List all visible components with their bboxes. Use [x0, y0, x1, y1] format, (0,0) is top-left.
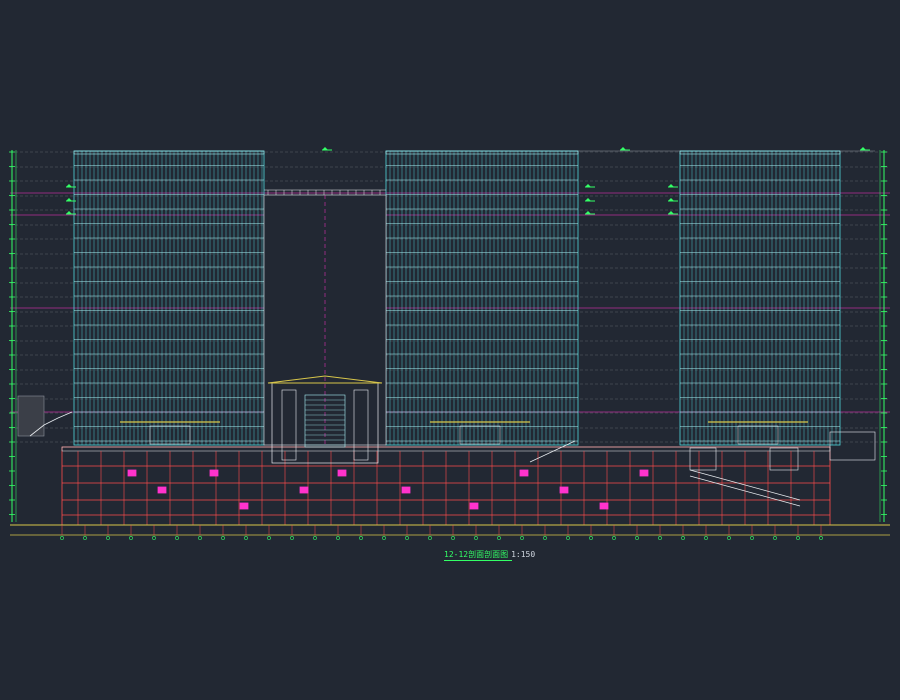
ground-line — [10, 524, 890, 540]
grid-bubble — [727, 536, 731, 540]
equipment-mark — [469, 502, 479, 510]
grid-bubble — [497, 536, 501, 540]
curtain-wall-block — [73, 150, 265, 446]
shaft-box — [769, 447, 799, 471]
level-marker-flag — [620, 147, 626, 150]
equipment-mark — [599, 502, 609, 510]
grid-bubble — [336, 536, 340, 540]
caption-underline — [444, 560, 512, 561]
grid-bubble — [152, 536, 156, 540]
level-marker-flag — [668, 211, 674, 214]
grid-bubble — [175, 536, 179, 540]
shaft-box — [689, 447, 717, 471]
curtain-wall-facade — [73, 150, 875, 446]
grid-bubble — [382, 536, 386, 540]
drawing-caption: 12-12剖面剖面图 1:150 — [444, 550, 535, 560]
grid-bubble — [681, 536, 685, 540]
grid-bubble — [198, 536, 202, 540]
level-marker-flag — [585, 211, 591, 214]
grid-bubble — [589, 536, 593, 540]
level-marker-flag — [66, 184, 72, 187]
grid-bubble — [474, 536, 478, 540]
grid-bubble — [428, 536, 432, 540]
grid-bubble — [704, 536, 708, 540]
stair-line — [529, 440, 576, 463]
grid-bubble — [129, 536, 133, 540]
equipment-mark — [639, 469, 649, 477]
equipment-mark — [157, 486, 167, 494]
grid-bubble — [405, 536, 409, 540]
level-marker-flag — [668, 184, 674, 187]
left-stair-block — [17, 395, 45, 437]
equipment-mark — [239, 502, 249, 510]
level-markers — [66, 147, 870, 215]
grid-bubble — [451, 536, 455, 540]
level-marker-flag — [66, 211, 72, 214]
podium-slab — [61, 446, 831, 452]
grid-bubble — [635, 536, 639, 540]
grid-bubble — [267, 536, 271, 540]
equipment-mark — [127, 469, 137, 477]
level-marker-flag — [66, 198, 72, 201]
grid-bubble — [566, 536, 570, 540]
grid-bubble — [244, 536, 248, 540]
grid-bubble — [543, 536, 547, 540]
grid-bubble — [60, 536, 64, 540]
equipment-mark — [519, 469, 529, 477]
grid-bubble — [290, 536, 294, 540]
level-marker-flag — [585, 184, 591, 187]
grid-bubble — [520, 536, 524, 540]
grid-bubble — [612, 536, 616, 540]
level-marker-flag — [860, 147, 866, 150]
level-marker-flag — [668, 198, 674, 201]
cad-viewport[interactable]: 12-12剖面剖面图 1:150 — [0, 0, 900, 700]
grid-bubble — [106, 536, 110, 540]
caption-title: 12-12剖面剖面图 — [444, 550, 509, 559]
grid-bubble — [658, 536, 662, 540]
grid-bubble — [819, 536, 823, 540]
grid-bubble — [750, 536, 754, 540]
grid-bubble — [796, 536, 800, 540]
caption-scale: 1:150 — [511, 550, 536, 559]
level-marker-flag — [585, 198, 591, 201]
grid-bubble — [83, 536, 87, 540]
podium-section — [17, 395, 876, 526]
grid-bubble — [359, 536, 363, 540]
roof-cap — [73, 150, 265, 155]
section-drawing — [9, 147, 890, 540]
right-pavilion — [829, 431, 876, 461]
grid-bubble — [221, 536, 225, 540]
left-dimension-column — [9, 150, 17, 522]
equipment-mark — [337, 469, 347, 477]
equipment-mark — [299, 486, 309, 494]
grid-bubble — [773, 536, 777, 540]
equipment-mark — [559, 486, 569, 494]
level-marker-flag — [322, 147, 328, 150]
grid-bubble — [313, 536, 317, 540]
right-dimension-column — [879, 150, 887, 522]
equipment-mark — [209, 469, 219, 477]
equipment-mark — [401, 486, 411, 494]
